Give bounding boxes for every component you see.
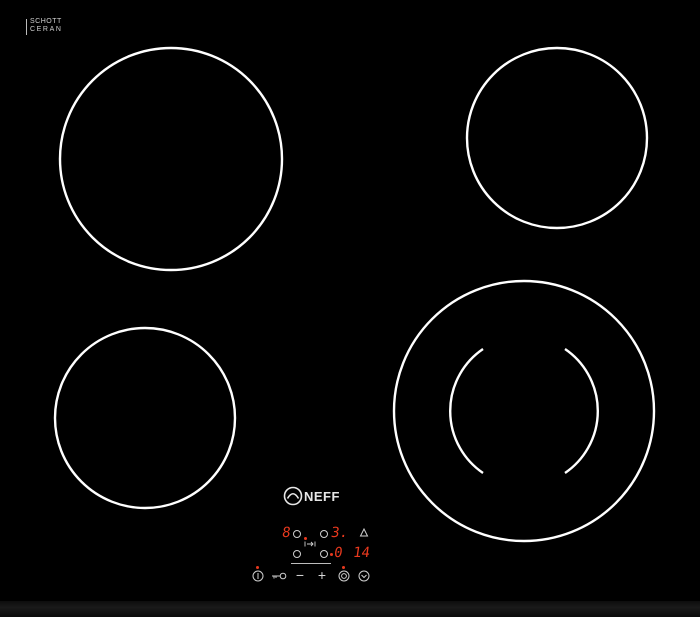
- zone-rear-right-select[interactable]: [320, 550, 328, 558]
- timer-display: 14: [351, 545, 371, 561]
- plus-button[interactable]: +: [314, 568, 330, 582]
- zone-front-left-indicator: [304, 537, 307, 540]
- zone-front-right-inner-left-arc: [449, 348, 484, 474]
- zone-front-right-select[interactable]: [293, 550, 301, 558]
- front-frame-edge: [0, 601, 700, 617]
- zone-front-left-select[interactable]: [293, 530, 301, 538]
- neff-logo: NEFF: [283, 486, 349, 506]
- cooking-zones: [53, 46, 656, 543]
- zone-rear-left-level: 3.: [329, 525, 349, 541]
- bell-icon[interactable]: [359, 528, 369, 538]
- zone-front-right-outer: [392, 279, 656, 543]
- ceramic-cooktop: SCHOTT CERAN NEFF 8 3. 0 14 − +: [0, 0, 700, 617]
- dual-zone-indicator: [342, 566, 345, 569]
- brand-name: NEFF: [304, 489, 340, 504]
- child-lock-icon[interactable]: [271, 572, 287, 580]
- dual-zone-icon[interactable]: [338, 570, 350, 582]
- zone-rear-left: [58, 46, 284, 272]
- timer-icon[interactable]: [358, 570, 370, 582]
- zone-front-left: [53, 326, 237, 510]
- power-icon[interactable]: [252, 570, 264, 582]
- control-underline: [291, 563, 331, 564]
- zone-extend-icon[interactable]: [304, 541, 316, 547]
- zone-front-right-inner-right-arc: [564, 348, 599, 474]
- power-indicator: [256, 566, 259, 569]
- minus-button[interactable]: −: [292, 568, 308, 582]
- zone-rear-left-select[interactable]: [320, 530, 328, 538]
- zone-rear-right: [465, 46, 649, 230]
